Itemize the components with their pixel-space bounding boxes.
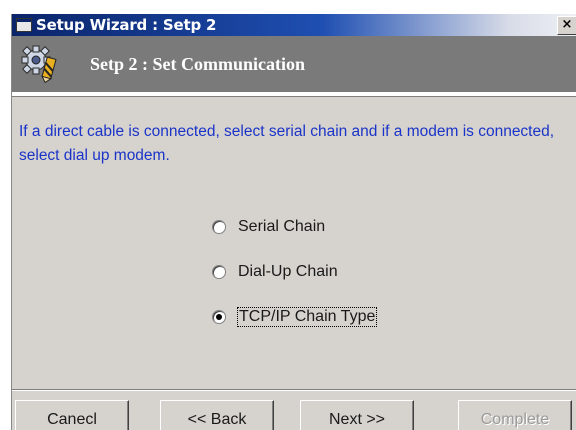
back-button[interactable]: << Back [160,400,274,430]
option-label[interactable]: Serial Chain [238,218,325,236]
setup-wizard-window: Setup Wizard : Setp 2 × Setp 2: Set Com… [11,14,576,430]
complete-button[interactable]: Complete [458,400,572,430]
radio-serial-chain[interactable]: Serial Chain [212,216,325,238]
radio-button-selected[interactable] [212,310,226,324]
cancel-button[interactable]: Canecl [15,400,129,430]
radio-button[interactable] [212,265,226,279]
option-label[interactable]: TCP/IP Chain Type [236,307,378,327]
window-icon [16,18,32,32]
header-divider [12,92,576,97]
wizard-header: Setp 2 : Set Communication [12,36,576,92]
radio-button[interactable] [212,220,226,234]
instruction-text: If a direct cable is connected, select s… [19,123,555,164]
option-label[interactable]: Dial-Up Chain [238,263,338,281]
close-button[interactable]: × [557,16,576,35]
radio-dial-up-chain[interactable]: Dial-Up Chain [212,261,338,283]
window-title: Setup Wizard : Setp 2 [36,16,217,34]
footer-divider-highlight [12,390,576,391]
gear-pencil-icon [21,45,57,84]
step-title: Setp 2 : Set Communication [90,54,305,74]
title-bar[interactable]: Setup Wizard : Setp 2 × [12,14,576,36]
next-button[interactable]: Next >> [300,400,414,430]
radio-tcp-ip-chain-type[interactable]: TCP/IP Chain Type [212,306,378,328]
